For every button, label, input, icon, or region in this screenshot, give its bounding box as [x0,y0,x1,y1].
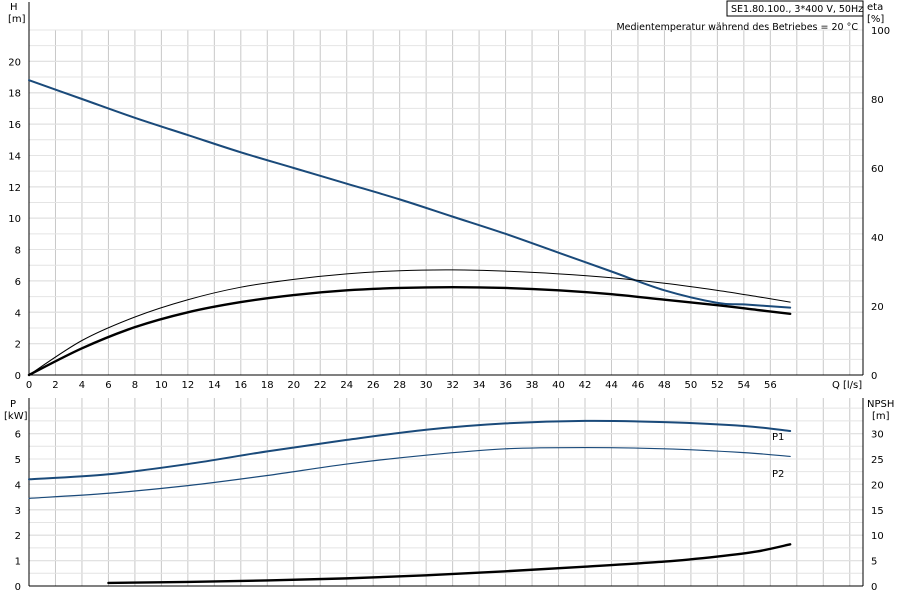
bottom-series-1 [28,446,791,499]
x-tick: 4 [79,380,85,391]
bottom-y-left-label: P [10,399,16,410]
x-axis-label-q: Q [832,380,840,391]
x-tick: 18 [261,380,274,391]
x-tick: 26 [367,380,380,391]
temperature-annotation: Medientemperatur während des Betriebes =… [616,22,858,33]
x-tick: 6 [105,380,111,391]
title-box-text: SE1.80.100., 3*400 V, 50Hz [731,4,863,15]
bottom-y-left-tick: 1 [15,557,21,568]
bottom-y-left-tick: 6 [15,430,21,441]
bottom-y-right-tick: 20 [871,480,884,491]
x-tick: 46 [632,380,645,391]
top-y-right-tick: 80 [871,95,884,106]
bottom-y-left-tick: 4 [15,480,21,491]
legend-p2: P2 [772,469,784,480]
bottom-y-right-tick: 0 [871,582,877,593]
x-tick: 42 [579,380,592,391]
top-y-right-tick: 60 [871,164,884,175]
x-tick: 38 [526,380,539,391]
x-tick: 28 [393,380,406,391]
x-tick: 16 [234,380,247,391]
x-tick: 32 [446,380,459,391]
x-tick: 34 [473,380,486,391]
x-tick: 54 [737,380,750,391]
bottom-y-right-unit: [m] [872,411,890,422]
bottom-y-left-tick: 3 [15,506,21,517]
top-y-left-label: H [10,2,18,13]
bottom-y-right-tick: 5 [871,557,877,568]
bottom-y-right-tick: 30 [871,430,884,441]
x-tick: 12 [181,380,194,391]
axis-layer: 024681012141618200204060801000 2 4 6 8 10 12 14… [8,2,890,593]
x-tick: 14 [208,380,221,391]
top-y-left-tick: 18 [8,89,21,100]
x-tick: 24 [340,380,353,391]
top-y-right-tick: 0 [871,371,877,382]
top-y-left-tick: 8 [15,246,21,257]
bottom-y-right-tick: 25 [871,455,884,466]
bottom-y-left-unit: [kW] [4,411,28,422]
x-tick: 40 [552,380,565,391]
top-y-left-tick: 0 [15,371,21,382]
top-series-0 [28,79,792,309]
top-y-left-tick: 14 [8,151,21,162]
x-tick: 56 [764,380,777,391]
x-tick: 8 [132,380,138,391]
top-y-left-unit: [m] [8,14,26,25]
bottom-y-right-tick: 10 [871,531,884,542]
x-tick: 36 [499,380,512,391]
x-tick: 30 [420,380,433,391]
bottom-y-right-label: NPSH [867,399,894,410]
x-axis-unit: [l/s] [843,380,862,391]
top-y-left-tick: 6 [15,277,21,288]
x-tick: 22 [314,380,327,391]
top-y-left-tick: 12 [8,183,21,194]
bottom-y-right-tick: 15 [871,506,884,517]
top-y-right-tick: 100 [871,26,890,37]
x-tick: 0 [26,380,32,391]
top-y-right-tick: 20 [871,302,884,313]
top-y-right-unit: [%] [867,14,884,25]
top-y-left-tick: 4 [15,308,21,319]
x-tick: 52 [711,380,724,391]
top-y-left-tick: 20 [8,57,21,68]
x-tick: 20 [287,380,300,391]
bottom-y-left-tick: 5 [15,455,21,466]
top-y-left-tick: 16 [8,120,21,131]
top-y-left-tick: 2 [15,340,21,351]
top-y-right-tick: 40 [871,233,884,244]
legend-p1: P1 [772,432,784,443]
bottom-series-2 [107,543,792,585]
top-y-right-label: eta [867,2,883,13]
x-tick: 10 [155,380,168,391]
top-y-left-tick: 10 [8,214,21,225]
x-tick: 2 [52,380,58,391]
top-series-2 [27,285,792,377]
pump-curve-chart: 024681012141618200204060801000 2 4 6 8 10 12 14… [4,0,894,593]
bottom-y-left-tick: 2 [15,531,21,542]
bottom-series-0 [28,419,792,481]
x-tick: 44 [605,380,618,391]
bottom-y-left-tick: 0 [15,582,21,593]
x-tick: 50 [685,380,698,391]
x-tick: 48 [658,380,671,391]
